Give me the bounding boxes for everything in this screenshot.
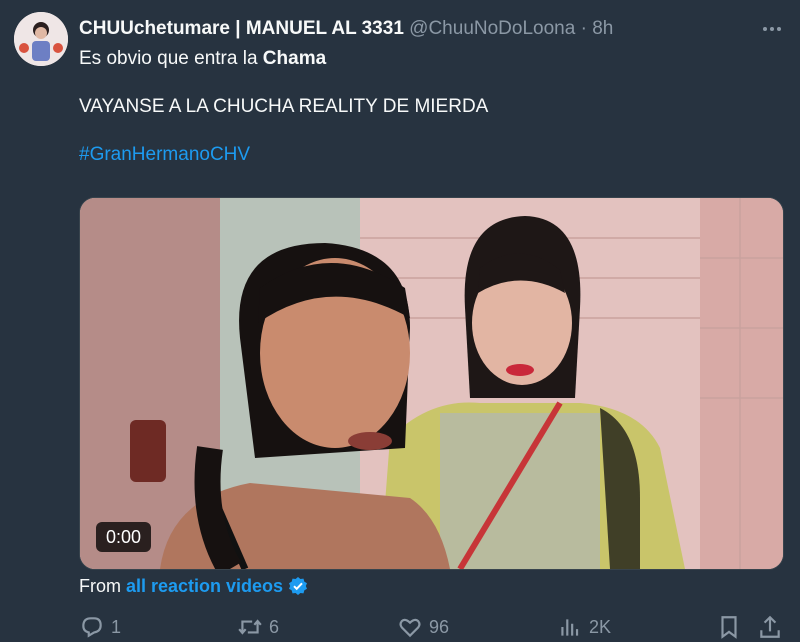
- retweet-icon: [238, 619, 262, 635]
- reply-button[interactable]: 1: [79, 614, 121, 640]
- reply-count: 1: [111, 617, 122, 637]
- tweet-header: CHUUchetumare | MANUEL AL 3331 @ChuuNoDo…: [79, 17, 613, 41]
- video-frame: [80, 198, 783, 569]
- tweet-text: Es obvio que entra la Chama VAYANSE A LA…: [79, 47, 779, 191]
- share-button[interactable]: [757, 614, 783, 640]
- tweet-text-line-1: Es obvio que entra la Chama: [79, 47, 779, 71]
- tweet-timestamp[interactable]: 8h: [592, 18, 613, 39]
- video-player[interactable]: 0:00: [79, 197, 784, 570]
- bookmark-icon: [721, 616, 737, 639]
- tweet-actions: 1 6 96 2K: [79, 614, 789, 642]
- verified-badge-icon: [288, 576, 308, 596]
- hashtag-link[interactable]: #GranHermanoCHV: [79, 144, 250, 165]
- video-attribution: From all reaction videos: [79, 575, 308, 597]
- avatar-image: [14, 12, 68, 66]
- views-icon: [561, 619, 579, 636]
- tweet-text-prefix: Es obvio que entra la: [79, 48, 263, 69]
- tweet-text-line-2: VAYANSE A LA CHUCHA REALITY DE MIERDA: [79, 96, 489, 117]
- like-button[interactable]: 96: [397, 614, 449, 640]
- display-name[interactable]: CHUUchetumare | MANUEL AL 3331: [79, 18, 404, 39]
- tweet-text-bold: Chama: [262, 48, 327, 69]
- reply-icon: [82, 617, 102, 638]
- avatar[interactable]: [14, 12, 68, 66]
- more-icon: [763, 27, 781, 31]
- like-count: 96: [429, 617, 450, 637]
- more-options-button[interactable]: [757, 14, 787, 44]
- views-button[interactable]: 2K: [557, 614, 611, 640]
- bookmark-button[interactable]: [716, 614, 742, 640]
- attribution-prefix: From: [79, 576, 121, 596]
- retweet-button[interactable]: 6: [237, 614, 279, 640]
- attribution-source-link[interactable]: all reaction videos: [126, 575, 283, 597]
- view-count: 2K: [589, 617, 612, 637]
- share-icon: [760, 615, 780, 638]
- like-icon: [399, 618, 421, 638]
- video-timestamp: 0:00: [96, 522, 152, 552]
- user-handle[interactable]: @ChuuNoDoLoona: [409, 18, 575, 39]
- separator-dot: ·: [580, 18, 587, 39]
- retweet-count: 6: [269, 617, 280, 637]
